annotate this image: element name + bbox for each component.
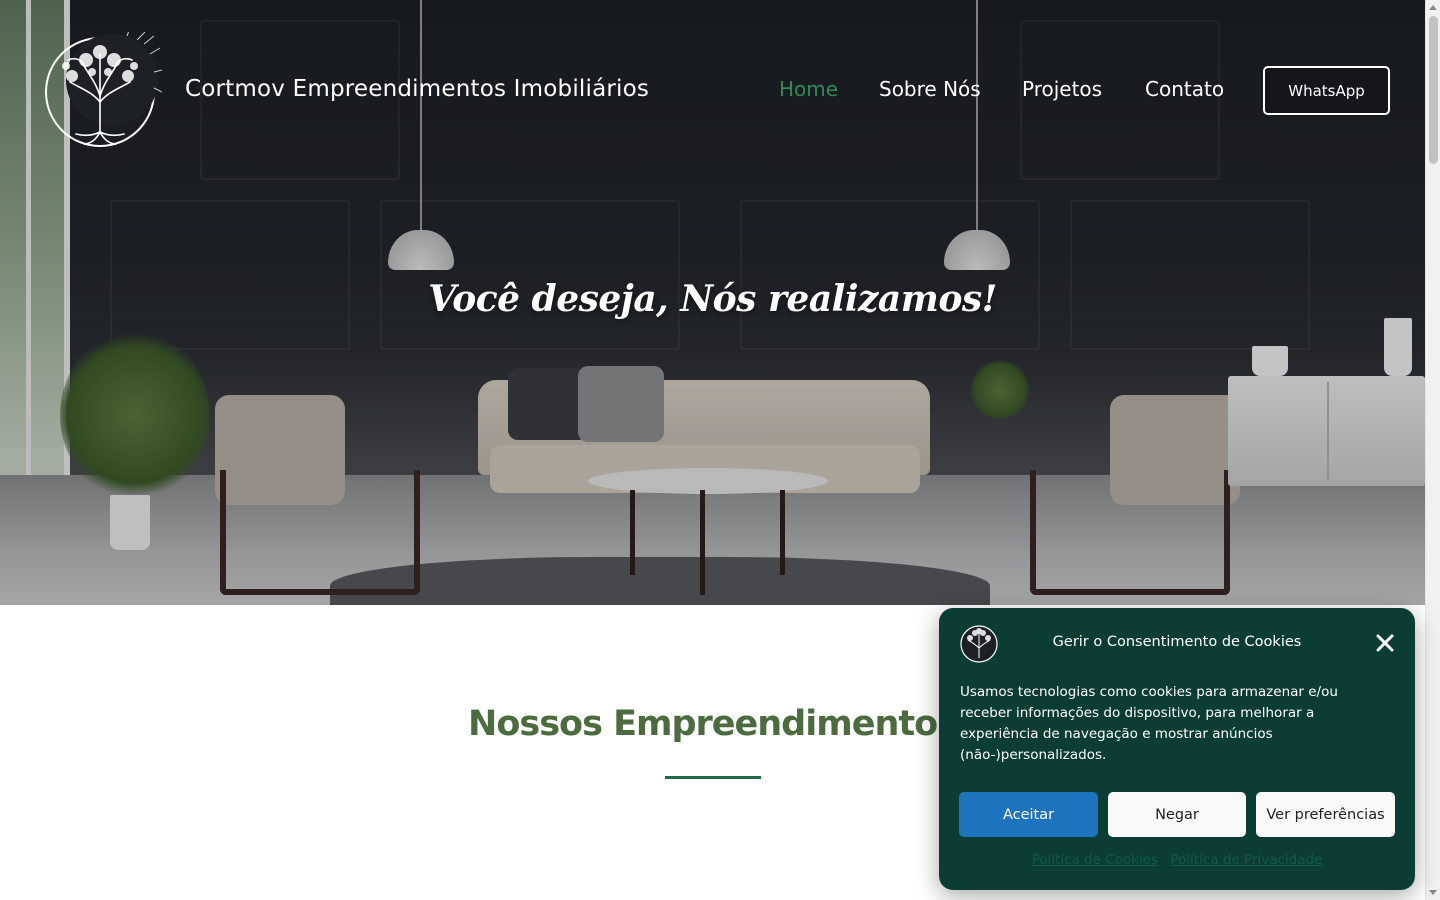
deny-button[interactable]: Negar: [1108, 792, 1246, 837]
nav-home[interactable]: Home: [779, 77, 838, 101]
cookie-links: Política de Cookies Política de Privacid…: [939, 852, 1415, 868]
close-icon[interactable]: [1374, 632, 1396, 654]
tree-of-life-logo[interactable]: [42, 32, 162, 152]
cookie-title: Gerir o Consentimento de Cookies: [1052, 634, 1302, 650]
hero-tagline: Você deseja, Nós realizamos!: [428, 278, 997, 320]
cookie-policy-link[interactable]: Política de Cookies: [1032, 852, 1158, 868]
privacy-policy-link[interactable]: Política de Privacidade: [1170, 852, 1322, 868]
site-title[interactable]: Cortmov Empreendimentos Imobiliários: [185, 76, 649, 102]
whatsapp-button[interactable]: WhatsApp: [1263, 66, 1390, 115]
scroll-up-icon[interactable]: [1429, 5, 1437, 10]
nav-contato[interactable]: Contato: [1145, 77, 1224, 101]
scrollbar-thumb[interactable]: [1429, 16, 1438, 164]
cookie-consent-dialog: Gerir o Consentimento de Cookies Usamos …: [939, 608, 1415, 890]
nav-sobre-nos[interactable]: Sobre Nós: [879, 77, 981, 101]
hero-section: Cortmov Empreendimentos Imobiliários Hom…: [0, 0, 1425, 605]
scroll-down-icon[interactable]: [1429, 890, 1437, 895]
cookie-description: Usamos tecnologias como cookies para arm…: [960, 684, 1338, 763]
accept-button[interactable]: Aceitar: [959, 792, 1098, 837]
nav-projetos[interactable]: Projetos: [1022, 77, 1102, 101]
preferences-button[interactable]: Ver preferências: [1256, 792, 1395, 837]
section-divider: [665, 776, 761, 779]
page-scrollbar[interactable]: [1425, 0, 1440, 900]
